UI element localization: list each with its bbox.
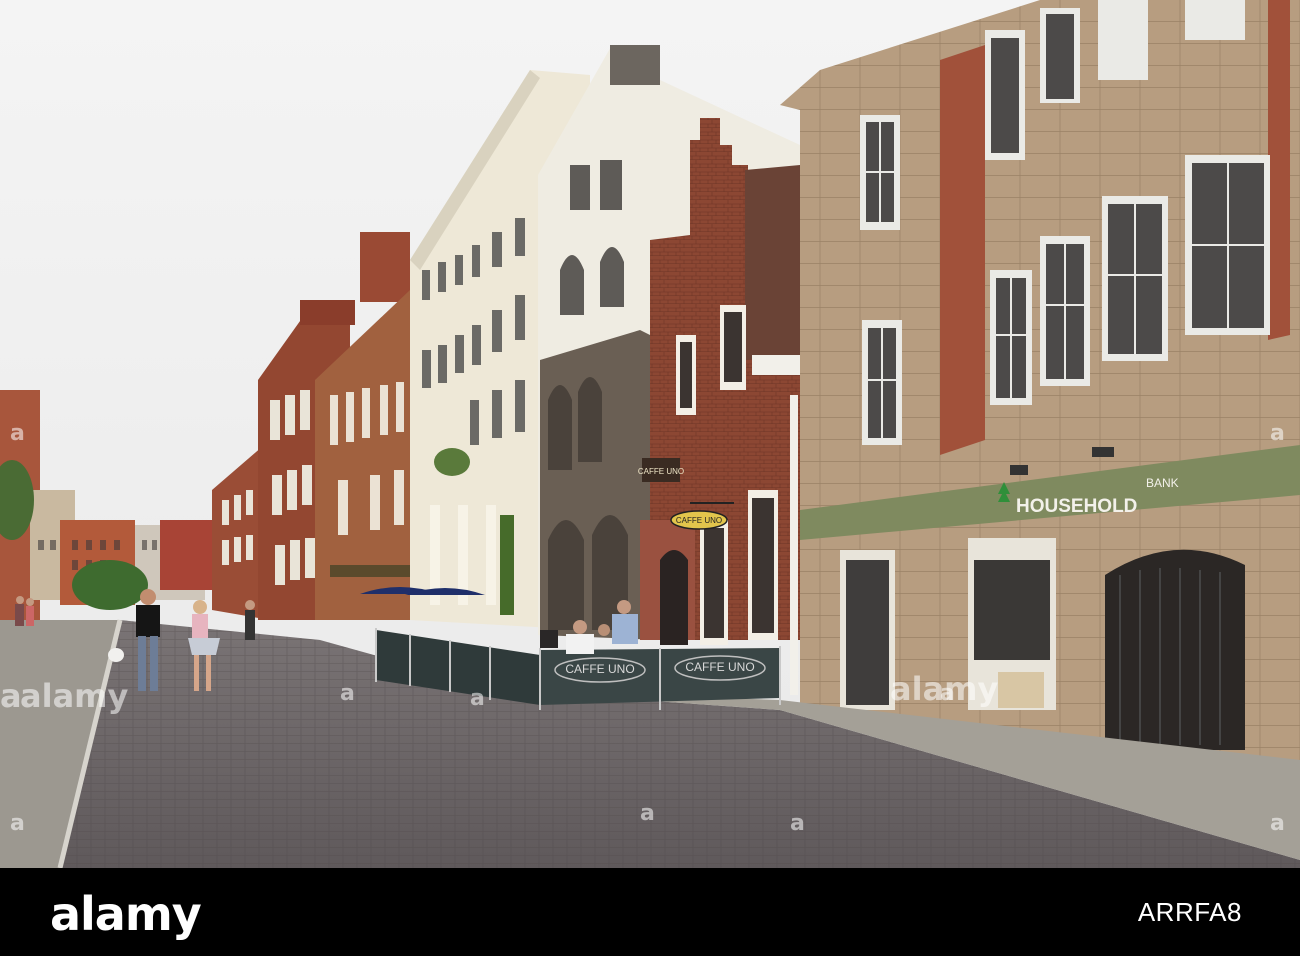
- street-photo: HOUSEHOLD BANK CAFFE UNO CAFFE UNO CAFFE…: [0, 0, 1300, 868]
- stock-image-id: ARRFA8: [1137, 897, 1242, 927]
- cafe-wall-sign: CAFFE UNO: [638, 458, 684, 482]
- watermark-alamy: alamy: [20, 677, 129, 715]
- watermark-a: a: [470, 686, 485, 711]
- watermark-a: a: [1270, 421, 1285, 446]
- watermark-a: a: [340, 681, 355, 706]
- watermark-alamy: alamy: [890, 670, 999, 708]
- watermark-a: a: [10, 421, 25, 446]
- watermark-a: a: [1270, 811, 1285, 836]
- barrier-text-2: CAFFE UNO: [685, 660, 754, 674]
- bank-suffix-text: BANK: [1146, 476, 1179, 490]
- barrier-text-1: CAFFE UNO: [565, 662, 634, 676]
- watermark-a: a: [0, 677, 22, 715]
- bank-name-text: HOUSEHOLD: [1016, 496, 1137, 517]
- household-bank-building: [780, 0, 1300, 760]
- watermark-a: a: [10, 811, 25, 836]
- street-scene: HOUSEHOLD BANK CAFFE UNO CAFFE UNO CAFFE…: [0, 0, 1300, 868]
- alamy-logo: alamy: [50, 887, 202, 941]
- watermark-a: a: [640, 801, 655, 826]
- watermark-a: a: [790, 811, 805, 836]
- cafe-hanging-sign-text: CAFFE UNO: [676, 516, 722, 525]
- cafe-wall-sign-text: CAFFE UNO: [638, 467, 684, 476]
